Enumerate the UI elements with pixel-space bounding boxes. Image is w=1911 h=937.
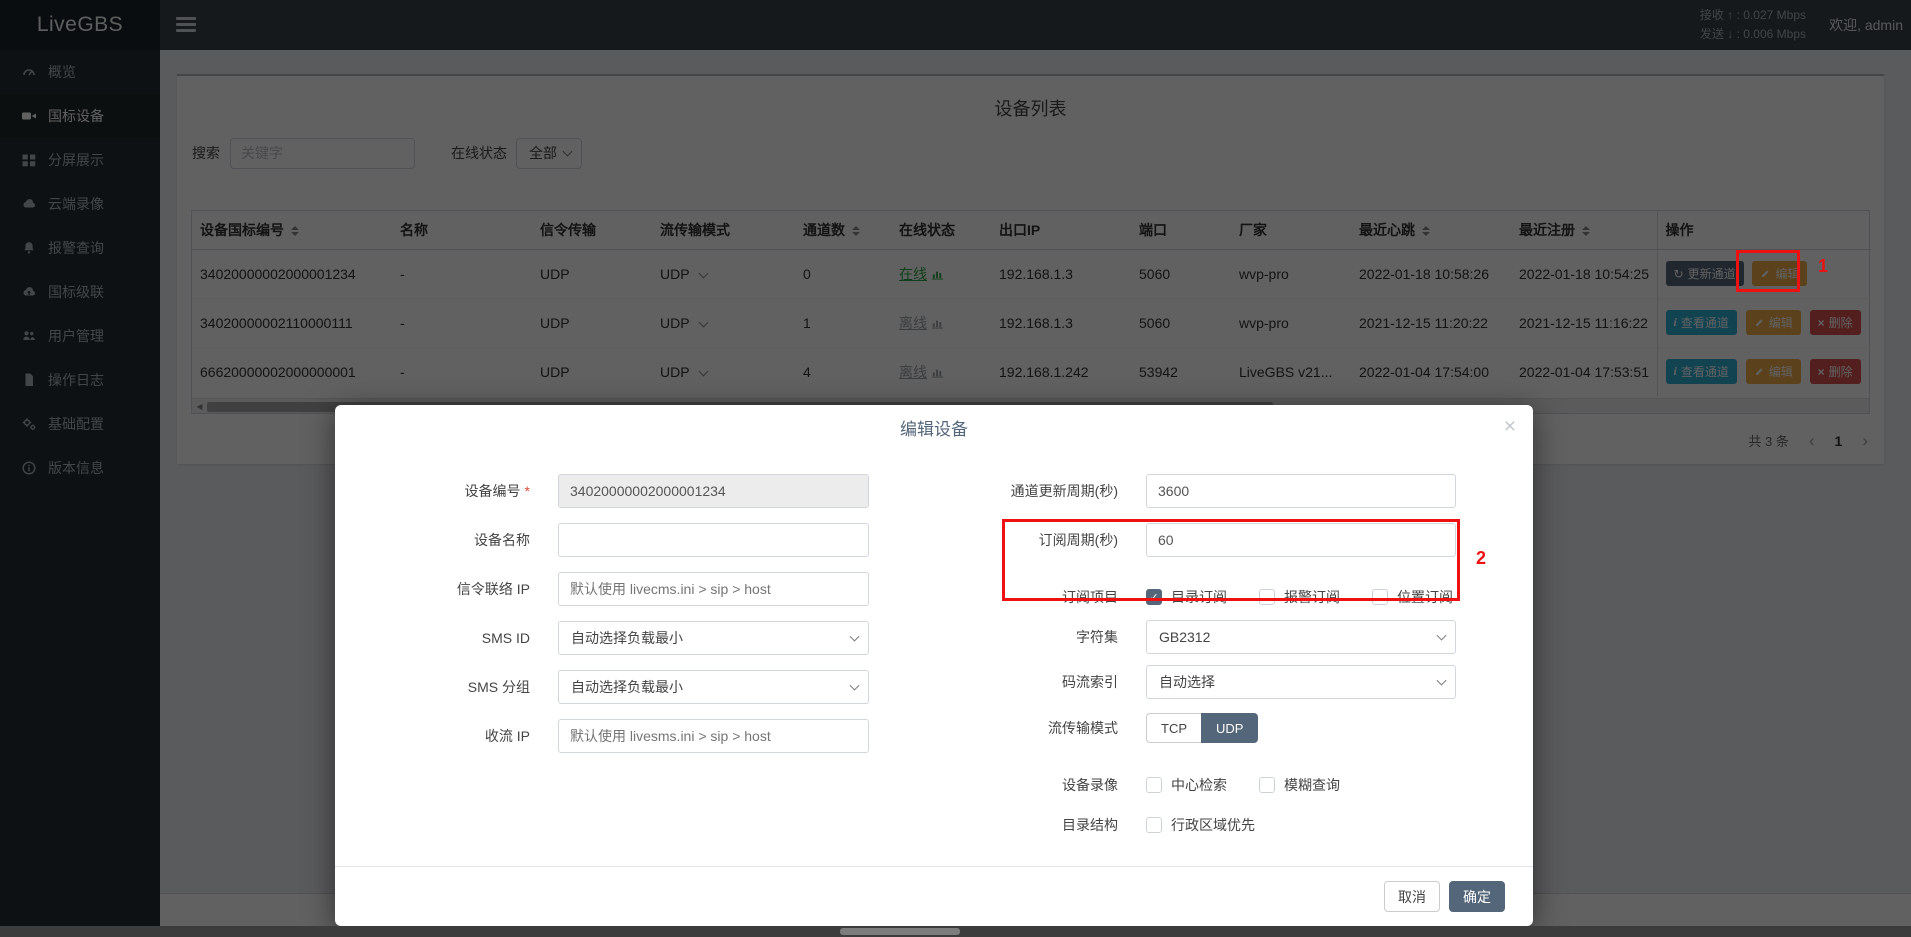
close-icon[interactable]: × bbox=[1504, 415, 1516, 439]
chevron-down-icon bbox=[1437, 631, 1447, 641]
device-id-field bbox=[558, 474, 869, 508]
channel-refresh-label: 通道更新周期(秒) bbox=[933, 474, 1118, 508]
subscribe-cycle-field[interactable] bbox=[1146, 523, 1456, 557]
subscribe-items-label: 订阅项目 bbox=[933, 580, 1118, 614]
alarm-subscribe-checkbox[interactable] bbox=[1259, 589, 1275, 605]
stream-index-label: 码流索引 bbox=[933, 665, 1118, 699]
charset-label: 字符集 bbox=[933, 620, 1118, 654]
fuzzy-query-checkbox[interactable] bbox=[1259, 777, 1275, 793]
center-search-checkbox[interactable] bbox=[1146, 777, 1162, 793]
charset-select[interactable]: GB2312 bbox=[1146, 620, 1456, 654]
cancel-button[interactable]: 取消 bbox=[1384, 881, 1440, 912]
sms-id-label: SMS ID bbox=[345, 621, 530, 655]
center-search-label: 中心检索 bbox=[1171, 775, 1227, 795]
device-name-field[interactable] bbox=[558, 523, 869, 557]
channel-refresh-field[interactable] bbox=[1146, 474, 1456, 508]
check-icon: ✓ bbox=[1149, 591, 1158, 604]
required-mark: * bbox=[525, 483, 530, 499]
sms-id-select[interactable]: 自动选择负载最小 bbox=[558, 621, 869, 655]
alarm-subscribe-label: 报警订阅 bbox=[1284, 587, 1340, 607]
sms-group-select[interactable]: 自动选择负载最小 bbox=[558, 670, 869, 704]
catalog-subscribe-checkbox[interactable]: ✓ bbox=[1146, 589, 1162, 605]
dir-structure-label: 目录结构 bbox=[933, 808, 1118, 842]
admin-region-priority-checkbox[interactable] bbox=[1146, 817, 1162, 833]
page-horizontal-scrollbar[interactable] bbox=[0, 926, 1911, 937]
catalog-subscribe-label: 目录订阅 bbox=[1171, 587, 1227, 607]
tcp-toggle-button[interactable]: TCP bbox=[1146, 713, 1201, 743]
fuzzy-query-label: 模糊查询 bbox=[1284, 775, 1340, 795]
scrollbar-thumb[interactable] bbox=[840, 928, 960, 935]
confirm-button[interactable]: 确定 bbox=[1449, 881, 1505, 912]
device-name-label: 设备名称 bbox=[345, 523, 530, 557]
modal-title: 编辑设备 bbox=[335, 405, 1533, 454]
udp-toggle-button[interactable]: UDP bbox=[1201, 713, 1258, 743]
annotation-number-1: 1 bbox=[1818, 256, 1828, 277]
sip-contact-ip-field[interactable] bbox=[558, 572, 869, 606]
subscribe-cycle-label: 订阅周期(秒) bbox=[933, 523, 1118, 557]
recv-stream-ip-label: 收流 IP bbox=[345, 719, 530, 753]
position-subscribe-label: 位置订阅 bbox=[1397, 587, 1453, 607]
stream-mode-label: 流传输模式 bbox=[933, 711, 1118, 745]
stream-index-select[interactable]: 自动选择 bbox=[1146, 665, 1456, 699]
position-subscribe-checkbox[interactable] bbox=[1372, 589, 1388, 605]
modal-footer: 取消 确定 bbox=[335, 866, 1533, 926]
device-id-label: 设备编号* bbox=[345, 474, 530, 508]
sip-contact-ip-label: 信令联络 IP bbox=[345, 572, 530, 606]
edit-device-modal: 编辑设备 × 设备编号* 设备名称 信令联络 IP SMS ID 自动选择负载最… bbox=[335, 405, 1533, 926]
annotation-number-2: 2 bbox=[1476, 548, 1486, 569]
admin-region-priority-label: 行政区域优先 bbox=[1171, 815, 1255, 835]
device-record-label: 设备录像 bbox=[933, 768, 1118, 802]
chevron-down-icon bbox=[850, 681, 860, 691]
recv-stream-ip-field[interactable] bbox=[558, 719, 869, 753]
chevron-down-icon bbox=[850, 632, 860, 642]
chevron-down-icon bbox=[1437, 676, 1447, 686]
sms-group-label: SMS 分组 bbox=[345, 670, 530, 704]
